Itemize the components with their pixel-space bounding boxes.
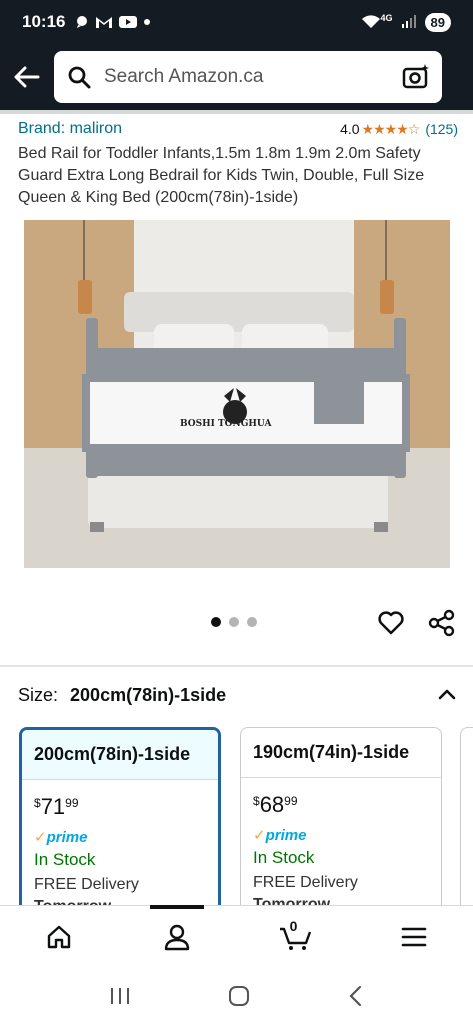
delivery-text: FREE Delivery xyxy=(253,874,358,891)
gmail-icon xyxy=(96,17,113,28)
product-title: Bed Rail for Toddler Infants,1.5m 1.8m 1… xyxy=(18,145,425,206)
nav-menu[interactable] xyxy=(384,912,444,962)
person-icon xyxy=(165,924,190,950)
wishlist-heart-icon[interactable] xyxy=(377,609,405,637)
nav-active-indicator xyxy=(150,905,204,909)
rating-summary[interactable]: 4.0 ★★★★☆ (125) xyxy=(340,121,458,138)
size-option-card[interactable]: 190cm(74in)-1side $ 68 99 ✓prime In Stoc… xyxy=(240,727,442,917)
stock-status: In Stock xyxy=(253,848,315,867)
back-button[interactable] xyxy=(0,44,54,110)
rating-value: 4.0 xyxy=(340,121,360,137)
section-divider xyxy=(0,665,473,667)
back-nav-icon[interactable] xyxy=(346,984,366,1008)
status-right: 4G 89 xyxy=(361,12,451,32)
size-option-card[interactable]: 200cm(78in)-1side $ 71 99 ✓prime In Stoc… xyxy=(19,727,221,917)
chat-icon xyxy=(77,16,88,28)
search-bar[interactable] xyxy=(54,51,442,103)
carousel-indicator xyxy=(211,617,257,627)
status-time: 10:16 xyxy=(22,12,66,31)
search-icon xyxy=(66,64,92,90)
camera-search-icon[interactable] xyxy=(402,63,430,91)
star-rating-icon: ★★★★☆ xyxy=(361,120,421,137)
carousel-dot[interactable] xyxy=(211,617,221,627)
stock-status: In Stock xyxy=(34,850,96,869)
rating-count: (125) xyxy=(425,121,458,137)
chevron-up-icon xyxy=(438,689,456,700)
network-type: 4G xyxy=(380,13,393,23)
prime-badge: ✓prime xyxy=(253,827,307,844)
nav-home[interactable] xyxy=(29,912,89,962)
nav-account[interactable] xyxy=(147,912,207,962)
brand-link[interactable]: Brand: maliron xyxy=(18,120,122,138)
youtube-icon xyxy=(119,16,138,28)
size-selector-header[interactable]: Size: 200cm(78in)-1side xyxy=(18,684,458,706)
menu-icon xyxy=(401,927,427,946)
recent-apps-icon[interactable] xyxy=(108,985,132,1007)
option-price: $ 68 99 xyxy=(253,792,298,817)
home-icon xyxy=(47,925,71,948)
share-icon[interactable] xyxy=(428,609,456,637)
battery-level: 89 xyxy=(424,12,451,32)
header-divider xyxy=(0,110,473,114)
delivery-text: FREE Delivery xyxy=(34,876,139,893)
search-header xyxy=(0,44,473,110)
signal-icon xyxy=(401,15,416,28)
search-input[interactable] xyxy=(104,66,402,88)
option-price: $ 71 99 xyxy=(34,794,79,819)
system-navigation xyxy=(0,967,473,1024)
status-bar: 10:16 4G 89 xyxy=(0,0,473,44)
brand-rating-row: Brand: maliron 4.0 ★★★★☆ (125) xyxy=(18,120,458,138)
carousel-dot[interactable] xyxy=(247,617,257,627)
wifi-icon xyxy=(361,15,380,28)
nav-cart[interactable]: 0 xyxy=(266,912,326,962)
cart-count: 0 xyxy=(289,917,298,934)
size-value: 200cm(78in)-1side xyxy=(70,684,227,705)
image-brand-text: BOSHI TONGHUA xyxy=(180,419,272,429)
home-button-icon[interactable] xyxy=(227,984,251,1008)
back-arrow-icon xyxy=(14,66,40,88)
bottom-navigation: 0 xyxy=(0,905,473,967)
size-option-name: 200cm(78in)-1side xyxy=(22,730,218,780)
notification-icons xyxy=(75,15,151,29)
carousel-dot[interactable] xyxy=(229,617,239,627)
size-label: Size: xyxy=(18,684,59,705)
size-option-name: 190cm(74in)-1side xyxy=(241,728,441,778)
dot-icon xyxy=(144,19,151,25)
size-option-card-partial[interactable] xyxy=(460,727,473,917)
prime-badge: ✓prime xyxy=(34,829,88,846)
product-image[interactable]: BOSHI TONGHUA xyxy=(24,220,450,568)
